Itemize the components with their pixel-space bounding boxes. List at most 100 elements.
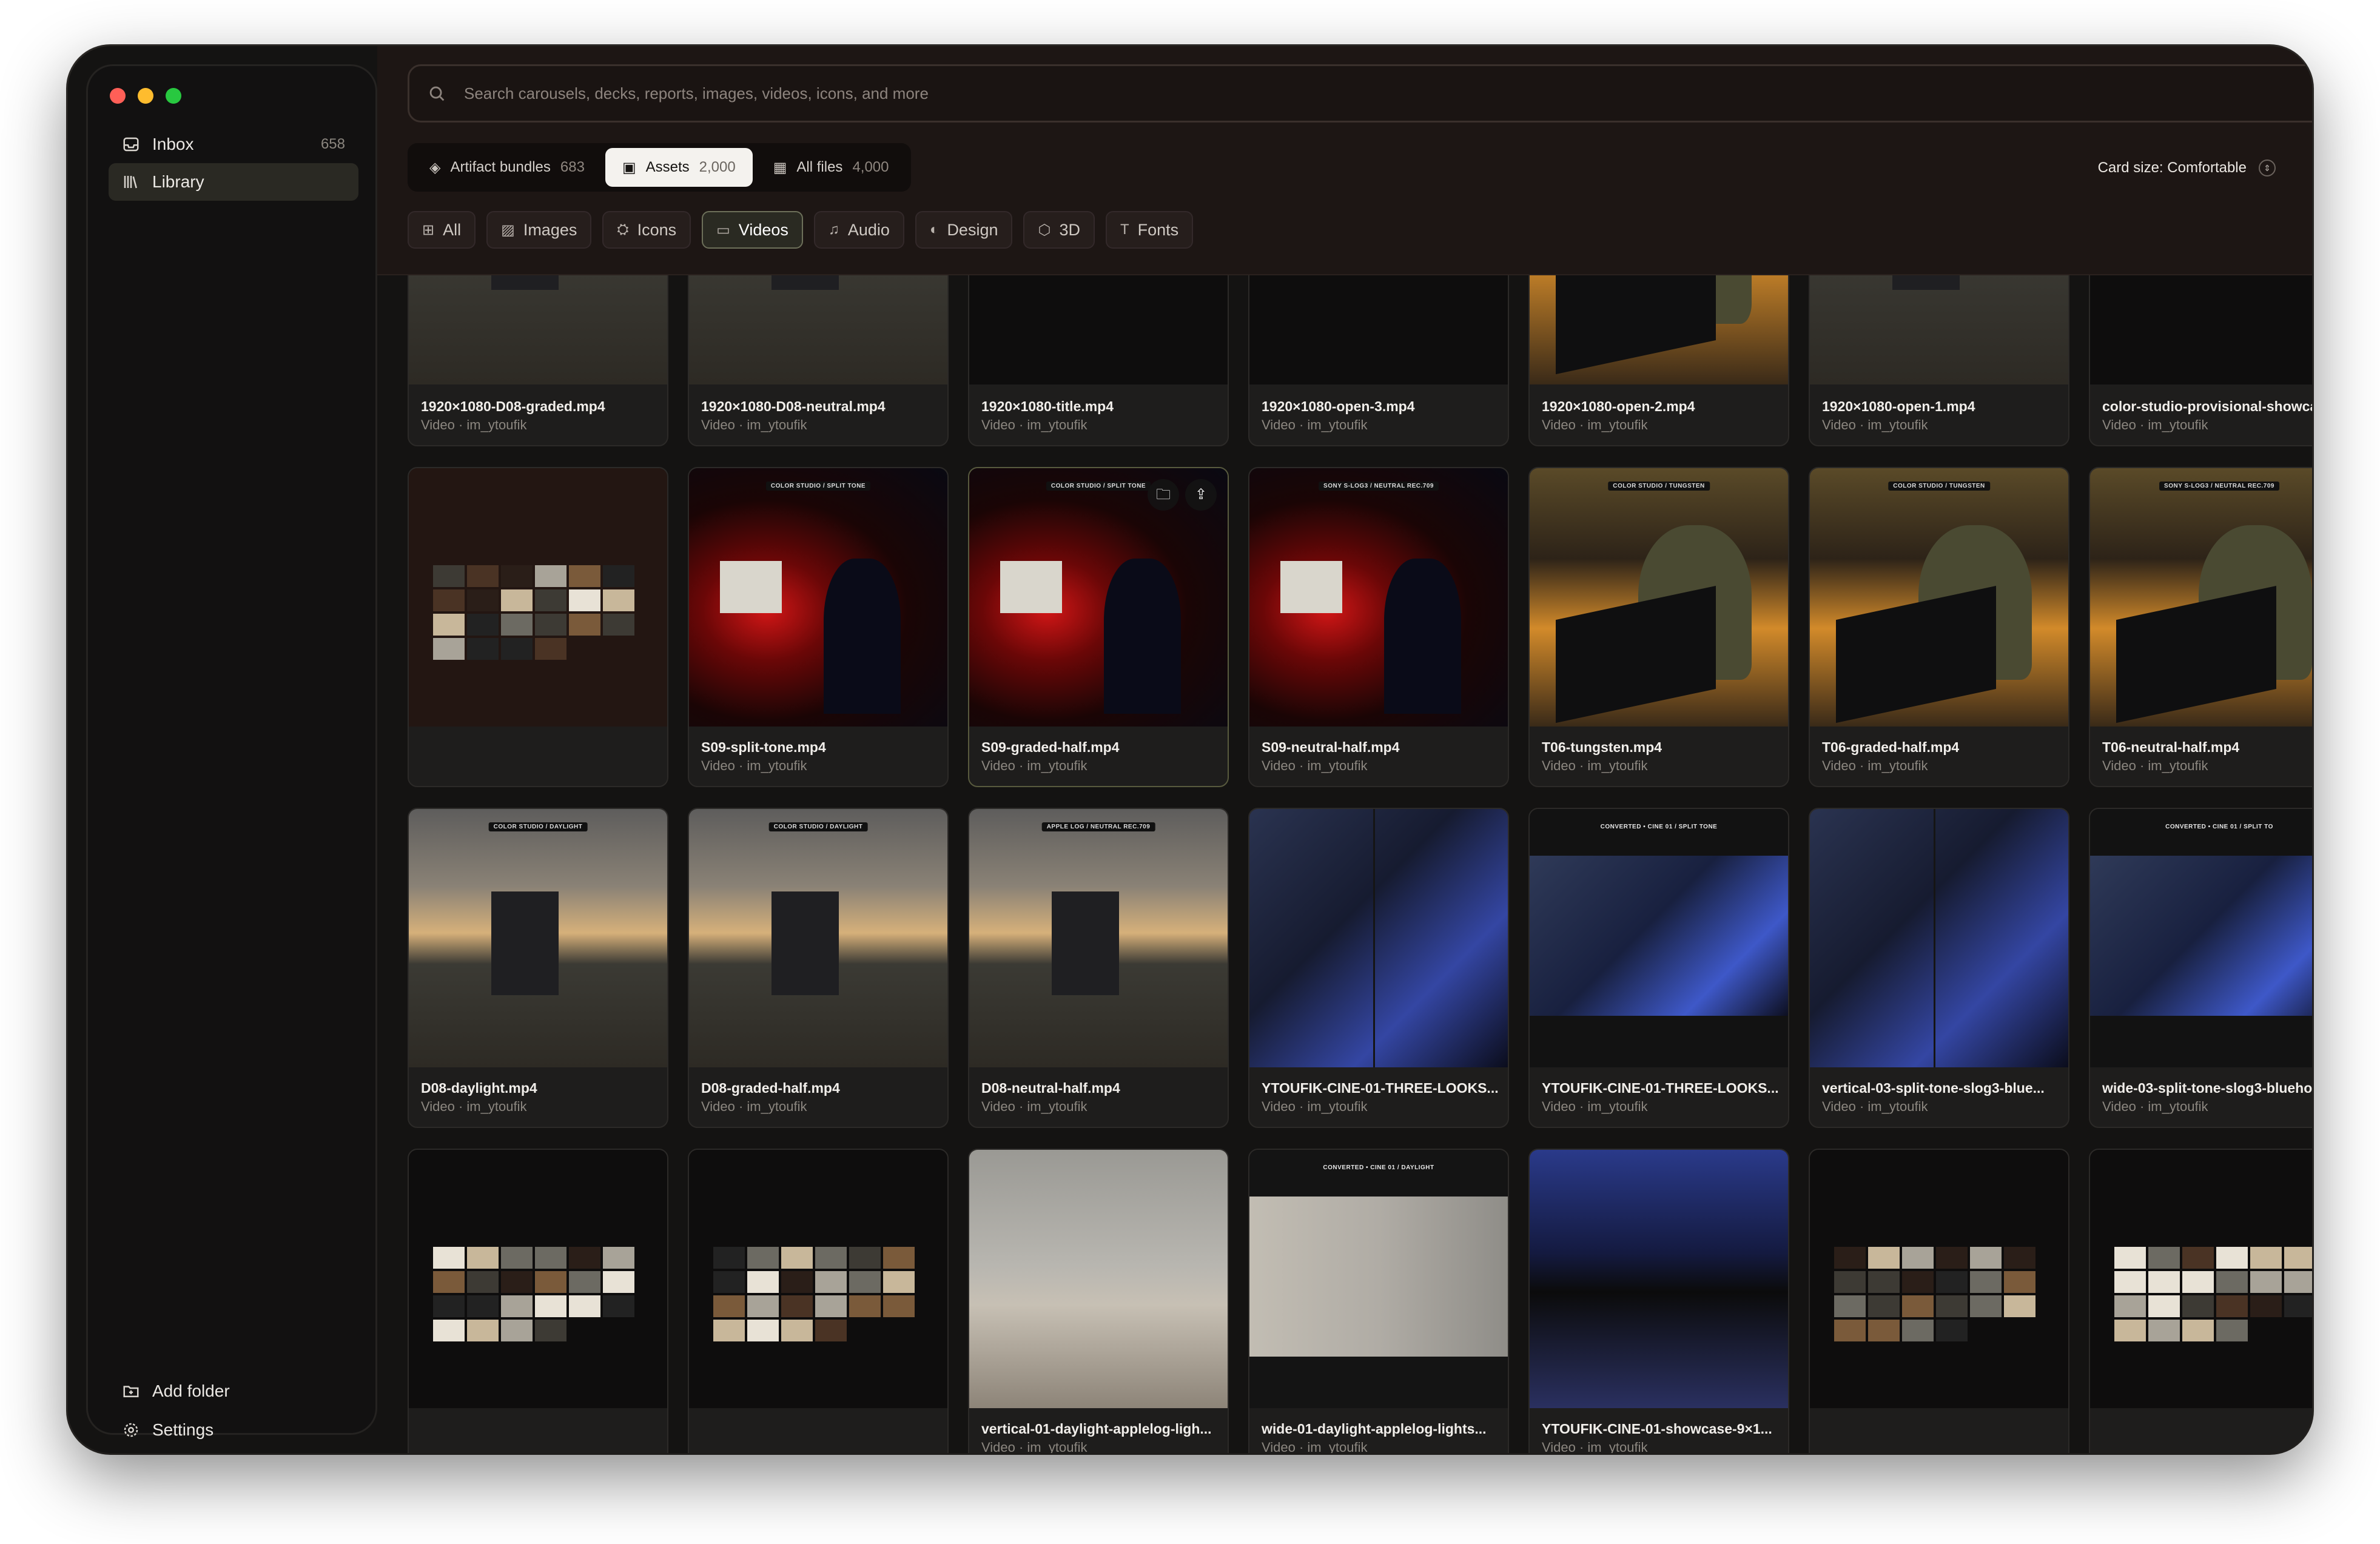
- segment-all-files[interactable]: ▦ All files 4,000: [756, 148, 906, 187]
- asset-meta: Video · im_ytoufik: [981, 1099, 1087, 1114]
- asset-card[interactable]: APPLE LOG / NEUTRAL REC.709 D08-neutral-h…: [968, 808, 1229, 1128]
- thumbnail-caption: CONVERTED • CINE 01 / SPLIT TO: [2165, 824, 2273, 830]
- filter-chip-label: All: [443, 220, 462, 239]
- asset-name: vertical-03-split-tone-slog3-blue...: [1822, 1080, 2045, 1096]
- segment-assets[interactable]: ▣ Assets 2,000: [605, 148, 753, 187]
- asset-meta: Video · im_ytoufik: [1542, 1440, 1648, 1453]
- asset-card[interactable]: YTOUFIK-CINE-01-showcase-9×1... Video · i…: [1528, 1149, 1789, 1453]
- asset-card[interactable]: [1809, 1149, 2069, 1453]
- pixelated-block: [849, 1271, 881, 1293]
- asset-card[interactable]: vertical-01-daylight-applelog-ligh... Vid…: [968, 1149, 1229, 1453]
- asset-card[interactable]: CONVERTED • CINE 01 / DAYLIGHT wide-01-da…: [1248, 1149, 1509, 1453]
- asset-card[interactable]: YTOUFIK-CINE-01-THREE-LOOKS... Video · im…: [1248, 808, 1509, 1128]
- type-filter-bar: ⊞ All ▨ Images ⛭ Icons ▭ Videos ♫ Audio ◐ Design ⬡ 3D…: [408, 211, 1194, 249]
- video-thumbnail: APPLE LOG / NEUTRAL REC.709: [969, 809, 1228, 1067]
- asset-card[interactable]: COLOR STUDIO / DAYLIGHT D08-daylight.mp4 V…: [408, 808, 668, 1128]
- thumbnail-caption: CONVERTED • CINE 01 / SPLIT TONE: [1600, 824, 1718, 830]
- video-thumbnail: [1810, 809, 2068, 1067]
- asset-card[interactable]: [408, 1149, 668, 1453]
- pixelated-block: [1936, 1295, 1968, 1317]
- pixelated-block: [467, 565, 499, 587]
- asset-meta: Video · im_ytoufik: [1822, 1099, 1928, 1114]
- pixelated-block: [569, 1271, 600, 1293]
- pixelated-block: [747, 1320, 779, 1341]
- video-thumbnail: CONVERTED • CINE 01 / SPLIT TO: [2090, 809, 2312, 1067]
- video-icon: ▭: [716, 221, 730, 238]
- pixelated-block: [1936, 1271, 1968, 1293]
- asset-name: 1920×1080-open-3.mp4: [1262, 398, 1415, 414]
- thumbnail-caption: COLOR STUDIO / SPLIT TONE: [765, 482, 871, 491]
- asset-card[interactable]: COLOR STUDIO / DAYLIGHT D08-graded-half.m…: [688, 808, 949, 1128]
- asset-meta: Video · im_ytoufik: [1542, 758, 1648, 773]
- filter-chip-audio[interactable]: ♫ Audio: [813, 211, 904, 249]
- pixelated-block: [1834, 1295, 1866, 1317]
- open-folder-button[interactable]: 🗀: [1148, 479, 1179, 511]
- asset-meta: Video · im_ytoufik: [1822, 758, 1928, 773]
- asset-meta: Video · im_ytoufik: [1262, 1099, 1368, 1114]
- filter-chip-images[interactable]: ▨ Images: [486, 211, 592, 249]
- pixelated-block: [2284, 1247, 2312, 1269]
- asset-meta: Video · im_ytoufik: [1262, 417, 1368, 432]
- asset-card[interactable]: [2089, 1149, 2312, 1453]
- asset-card[interactable]: vertical-03-split-tone-slog3-blue... Vide…: [1809, 808, 2069, 1128]
- asset-name: 1920×1080-D08-graded.mp4: [421, 398, 605, 414]
- filter-chip-design[interactable]: ◐ Design: [915, 211, 1013, 249]
- pixelated-block: [467, 638, 499, 660]
- pixelated-block: [2250, 1271, 2282, 1293]
- segment-label: Artifact bundles: [450, 159, 551, 175]
- filter-chip-3d[interactable]: ⬡ 3D: [1023, 211, 1095, 249]
- pixelated-block: [501, 614, 533, 636]
- filter-chip-fonts[interactable]: T Fonts: [1105, 211, 1194, 249]
- sidebar-item-library[interactable]: Library: [109, 163, 358, 201]
- search-input[interactable]: Search carousels, decks, reports, images…: [408, 64, 2312, 123]
- asset-meta: Video · im_ytoufik: [701, 1099, 807, 1114]
- asset-card[interactable]: SONY S-LOG3 / NEUTRAL REC.709 T06-neutral…: [2089, 467, 2312, 787]
- sidebar-item-add-folder[interactable]: Add folder: [109, 1372, 358, 1410]
- asset-card[interactable]: CONVERTED • CINE 01 / SPLIT TO wide-03-sp…: [2089, 808, 2312, 1128]
- asset-card[interactable]: COLOR STUDIO / TUNGSTEN T06-graded-half.m…: [1809, 467, 2069, 787]
- asset-card[interactable]: CONVERTED • CINE 01 / SPLIT TONE YTOUFIK-…: [1528, 808, 1789, 1128]
- video-thumbnail: [689, 1150, 947, 1408]
- video-thumbnail: [969, 1150, 1228, 1408]
- pixelated-block: [569, 1247, 600, 1269]
- pixelated-block: [815, 1247, 847, 1269]
- filter-chip-icons[interactable]: ⛭ Icons: [602, 211, 691, 249]
- asset-card[interactable]: COLOR STUDIO / SPLIT TONE 🗀 ⇪ S09-graded-ha…: [968, 467, 1229, 787]
- pixelated-block: [2250, 1295, 2282, 1317]
- asset-name: T06-graded-half.mp4: [1822, 739, 1960, 755]
- pixelated-block: [467, 614, 499, 636]
- asset-meta: Video · im_ytoufik: [981, 417, 1087, 432]
- gallery-icon: ▣: [622, 159, 636, 176]
- pixelated-block: [535, 614, 566, 636]
- asset-meta: Video · im_ytoufik: [701, 417, 807, 432]
- thumbnail-frame: [1249, 1196, 1508, 1357]
- thumbnail-caption: CONVERTED • CINE 01 / DAYLIGHT: [1323, 1164, 1434, 1171]
- segment-artifact-bundles[interactable]: ◈ Artifact bundles 683: [412, 148, 602, 187]
- sidebar: Inbox 658 Library Add folder Settings: [86, 64, 377, 1439]
- video-thumbnail: [2090, 1150, 2312, 1408]
- filter-chip-all[interactable]: ⊞ All: [408, 211, 476, 249]
- pixelated-block: [467, 1271, 499, 1293]
- pixelated-block: [1970, 1271, 2002, 1293]
- asset-card[interactable]: [408, 467, 668, 787]
- sidebar-item-label: Settings: [152, 1420, 214, 1439]
- pixelated-block: [501, 1320, 533, 1341]
- asset-card[interactable]: SONY S-LOG3 / NEUTRAL REC.709 S09-neutral…: [1248, 467, 1509, 787]
- card-size-select[interactable]: Card size: Comfortable ⇕: [2098, 150, 2276, 186]
- thumbnail-caption: COLOR STUDIO / TUNGSTEN: [1608, 482, 1710, 491]
- asset-meta: Video · im_ytoufik: [2102, 758, 2208, 773]
- minimize-window-button[interactable]: [138, 88, 153, 104]
- share-button[interactable]: ⇪: [1185, 479, 1217, 511]
- asset-name: YTOUFIK-CINE-01-THREE-LOOKS...: [1542, 1080, 1779, 1096]
- sidebar-item-inbox[interactable]: Inbox 658: [109, 126, 358, 163]
- sidebar-item-settings[interactable]: Settings: [109, 1411, 358, 1449]
- asset-card[interactable]: COLOR STUDIO / TUNGSTEN T06-tungsten.mp4 V…: [1528, 467, 1789, 787]
- asset-card[interactable]: COLOR STUDIO / SPLIT TONE S09-split-tone.…: [688, 467, 949, 787]
- filter-chip-videos[interactable]: ▭ Videos: [702, 211, 803, 249]
- close-window-button[interactable]: [110, 88, 126, 104]
- pixelated-block: [535, 638, 566, 660]
- zoom-window-button[interactable]: [166, 88, 181, 104]
- asset-card[interactable]: [688, 1149, 949, 1453]
- video-thumbnail: COLOR STUDIO / DAYLIGHT: [409, 809, 667, 1067]
- inbox-icon: [122, 135, 140, 153]
